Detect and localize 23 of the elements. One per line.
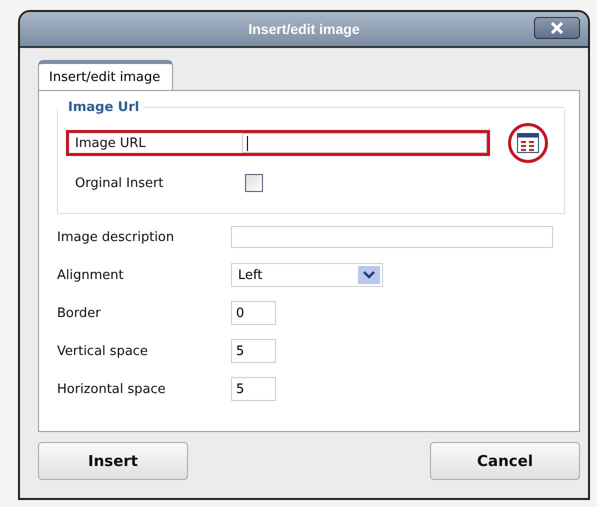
description-field[interactable] — [231, 226, 553, 248]
close-button[interactable] — [534, 17, 580, 39]
field-label: Image description — [57, 230, 176, 244]
url-field[interactable] — [242, 133, 487, 153]
number-field[interactable]: 5 — [231, 377, 276, 401]
tab[interactable]: Insert/edit image — [38, 60, 174, 90]
window-title: Insert/edit image — [248, 21, 360, 37]
field-label: Border — [57, 306, 102, 320]
field-label: Horizontal space — [57, 382, 167, 396]
field-label: Alignment — [57, 268, 125, 282]
alignment-dropdown[interactable]: Left — [231, 263, 383, 287]
number-field[interactable]: 5 — [231, 339, 276, 363]
browse-button[interactable] — [517, 133, 539, 153]
checkbox[interactable] — [245, 174, 263, 192]
cancel-button[interactable]: Cancel — [430, 442, 580, 480]
chevron-down-icon — [363, 271, 375, 279]
field-label: Vertical space — [57, 344, 149, 358]
field-label: Image URL — [75, 136, 147, 150]
insert-button[interactable]: Insert — [38, 442, 188, 480]
close-icon — [551, 22, 563, 34]
field-label: Orginal Insert — [74, 176, 164, 190]
browse-icon — [517, 133, 539, 153]
number-field[interactable]: 0 — [231, 301, 276, 325]
